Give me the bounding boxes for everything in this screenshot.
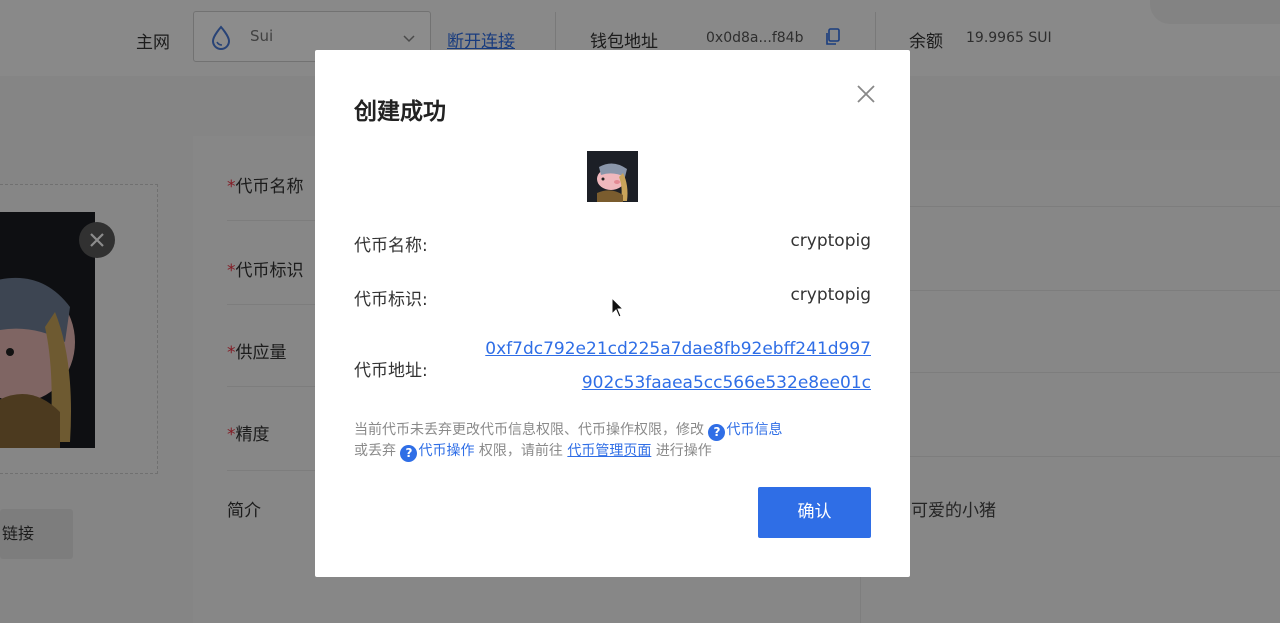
token-address-link[interactable]: 0xf7dc792e21cd225a7dae8fb92ebff241d997 bbox=[485, 339, 871, 359]
token-symbol-label: 代币标识: bbox=[354, 290, 428, 310]
dialog-title: 创建成功 bbox=[354, 99, 446, 125]
help-icon: ? bbox=[708, 424, 726, 441]
token-manage-page-link[interactable]: 代币管理页面 bbox=[567, 443, 651, 459]
permission-notice: 当前代币未丢弃更改代币信息权限、代币操作权限，修改 ? 代币信息 或丢弃 ? 代币操… bbox=[354, 422, 783, 462]
token-info-link[interactable]: ? 代币信息 bbox=[708, 422, 782, 441]
token-address-link[interactable]: 902c53faaea5cc566e532e8ee01c bbox=[582, 373, 871, 393]
help-icon: ? bbox=[400, 445, 418, 462]
confirm-button[interactable]: 确认 bbox=[758, 487, 871, 538]
pig-illustration-icon bbox=[587, 151, 638, 202]
token-name-label: 代币名称: bbox=[354, 236, 428, 256]
token-symbol-value: cryptopig bbox=[790, 285, 871, 305]
token-address-label: 代币地址: bbox=[354, 361, 428, 381]
token-ops-link[interactable]: ? 代币操作 bbox=[400, 443, 474, 462]
token-name-value: cryptopig bbox=[790, 231, 871, 251]
token-image bbox=[587, 151, 638, 202]
mouse-cursor-icon bbox=[611, 297, 625, 318]
close-icon[interactable] bbox=[856, 84, 876, 104]
